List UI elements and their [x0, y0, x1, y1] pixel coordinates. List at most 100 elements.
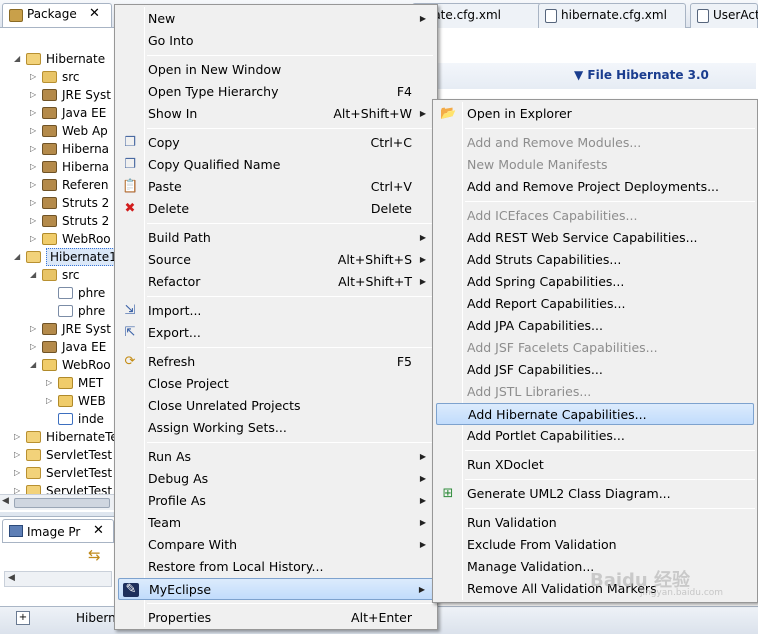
- menu-item-add-spring-capabilities[interactable]: Add Spring Capabilities...: [436, 271, 754, 293]
- expand-icon[interactable]: ▷: [30, 338, 40, 356]
- project-icon: [26, 449, 41, 461]
- menu-item-label: Run Validation: [467, 515, 557, 530]
- menu-item-add-jpa-capabilities[interactable]: Add JPA Capabilities...: [436, 315, 754, 337]
- expand-icon[interactable]: ▷: [30, 68, 40, 86]
- menu-item-exclude-from-validation[interactable]: Exclude From Validation: [436, 534, 754, 556]
- expand-icon[interactable]: ▷: [30, 320, 40, 338]
- menu-item-open-in-explorer[interactable]: 📂 Open in Explorer: [436, 103, 754, 125]
- expand-icon[interactable]: ▷: [30, 212, 40, 230]
- menu-item-build-path[interactable]: Build Path ▶: [118, 227, 434, 249]
- expand-icon[interactable]: ▷: [14, 446, 24, 464]
- scrollbar-thumb[interactable]: [14, 498, 110, 508]
- menu-item-export[interactable]: ⇱ Export...: [118, 322, 434, 344]
- menu-item-generate-uml2-class-diagram[interactable]: ⊞ Generate UML2 Class Diagram...: [436, 483, 754, 505]
- menu-item-new[interactable]: New ▶: [118, 8, 434, 30]
- menu-item-add-rest-web-service-capabilities[interactable]: Add REST Web Service Capabilities...: [436, 227, 754, 249]
- tree-item-label: ServletTest: [46, 484, 113, 494]
- menu-item-properties[interactable]: Properties Alt+Enter: [118, 607, 434, 629]
- collapse-icon[interactable]: ◢: [30, 356, 40, 374]
- expand-icon[interactable]: ▷: [46, 374, 56, 392]
- menu-item-add-portlet-capabilities[interactable]: Add Portlet Capabilities...: [436, 425, 754, 447]
- menu-item-add-struts-capabilities[interactable]: Add Struts Capabilities...: [436, 249, 754, 271]
- menu-item-run-validation[interactable]: Run Validation: [436, 512, 754, 534]
- scroll-left-icon[interactable]: ◀: [2, 496, 9, 506]
- image-preview-tab[interactable]: Image Pr ✕: [2, 519, 114, 543]
- close-icon[interactable]: ✕: [89, 6, 100, 21]
- menu-item-open-type-hierarchy[interactable]: Open Type Hierarchy F4: [118, 81, 434, 103]
- fast-view-icon[interactable]: +: [16, 611, 30, 625]
- menu-item-label: Copy Qualified Name: [148, 157, 281, 172]
- expand-icon[interactable]: ▷: [30, 122, 40, 140]
- expand-icon[interactable]: ▷: [30, 230, 40, 248]
- collapse-icon[interactable]: ◢: [14, 50, 24, 68]
- expand-icon[interactable]: ▷: [46, 392, 56, 410]
- menu-item-copy-qualified-name[interactable]: ❐ Copy Qualified Name: [118, 154, 434, 176]
- menu-item-run-xdoclet[interactable]: Run XDoclet: [436, 454, 754, 476]
- menu-item-profile-as[interactable]: Profile As ▶: [118, 490, 434, 512]
- menu-item-go-into[interactable]: Go Into: [118, 30, 434, 52]
- menu-item-shortcut: Alt+Shift+W: [333, 106, 412, 121]
- menu-item-delete[interactable]: ✖ Delete Delete: [118, 198, 434, 220]
- menu-item-team[interactable]: Team ▶: [118, 512, 434, 534]
- menu-item-label: Generate UML2 Class Diagram...: [467, 486, 671, 501]
- menu-item-label: Close Project: [148, 376, 229, 391]
- menu-item-copy[interactable]: ❐ Copy Ctrl+C: [118, 132, 434, 154]
- horizontal-scrollbar[interactable]: ◀: [0, 494, 116, 510]
- library-icon: [42, 107, 57, 119]
- submenu-arrow-icon: ▶: [419, 540, 426, 549]
- expand-icon[interactable]: ▷: [30, 86, 40, 104]
- expand-icon[interactable]: ▷: [30, 158, 40, 176]
- expand-icon[interactable]: ▷: [14, 464, 24, 482]
- collapse-icon[interactable]: ◢: [14, 248, 24, 266]
- menu-item-shortcut: Alt+Shift+S: [337, 252, 412, 267]
- sync-icon[interactable]: ⇆: [88, 547, 106, 563]
- menu-item-label: Add JSTL Libraries...: [467, 384, 592, 399]
- package-icon: [58, 287, 73, 299]
- menu-item-show-in[interactable]: Show In Alt+Shift+W ▶: [118, 103, 434, 125]
- menu-item-close-project[interactable]: Close Project: [118, 373, 434, 395]
- image-preview-view: Image Pr ✕ ⇆ ◀: [0, 516, 116, 606]
- project-icon: [26, 251, 41, 263]
- expand-icon[interactable]: ▷: [30, 140, 40, 158]
- myeclipse-icon: ✎: [123, 583, 139, 597]
- menu-item-add-jsf-capabilities[interactable]: Add JSF Capabilities...: [436, 359, 754, 381]
- menu-item-source[interactable]: Source Alt+Shift+S ▶: [118, 249, 434, 271]
- scroll-left-icon[interactable]: ◀: [8, 573, 15, 583]
- menu-item-myeclipse[interactable]: ✎ MyEclipse ▶: [118, 578, 434, 600]
- menu-item-assign-working-sets[interactable]: Assign Working Sets...: [118, 417, 434, 439]
- editor-tab-3[interactable]: UserAct: [690, 3, 758, 28]
- menu-item-import[interactable]: ⇲ Import...: [118, 300, 434, 322]
- menu-item-add-hibernate-capabilities[interactable]: Add Hibernate Capabilities...: [436, 403, 754, 425]
- collapse-icon[interactable]: ◢: [30, 266, 40, 284]
- status-text: Hibern: [76, 611, 116, 625]
- expand-icon[interactable]: ▷: [14, 428, 24, 446]
- expand-icon[interactable]: ▷: [30, 194, 40, 212]
- package-explorer-tab[interactable]: Package ✕: [2, 3, 112, 27]
- menu-item-close-unrelated-projects[interactable]: Close Unrelated Projects: [118, 395, 434, 417]
- library-icon: [42, 215, 57, 227]
- tree-item-label: HibernateTe: [46, 430, 116, 444]
- expand-icon[interactable]: ▷: [30, 104, 40, 122]
- section-title[interactable]: ▼ File Hibernate 3.0: [574, 68, 709, 82]
- horizontal-scrollbar[interactable]: ◀: [4, 571, 112, 587]
- menu-item-run-as[interactable]: Run As ▶: [118, 446, 434, 468]
- editor-tab-2[interactable]: hibernate.cfg.xml: [538, 3, 686, 28]
- menu-item-compare-with[interactable]: Compare With ▶: [118, 534, 434, 556]
- close-icon[interactable]: ✕: [93, 523, 104, 538]
- package-explorer-view: Package ✕ ◢ Hibernate ▷ src ▷ JRE Syst ▷ Java E…: [0, 0, 116, 512]
- menu-item-add-and-remove-project-deployments[interactable]: Add and Remove Project Deployments...: [436, 176, 754, 198]
- menu-item-open-in-new-window[interactable]: Open in New Window: [118, 59, 434, 81]
- menu-separator: [147, 296, 433, 297]
- menu-item-restore-from-local-history[interactable]: Restore from Local History...: [118, 556, 434, 578]
- expand-icon[interactable]: ▷: [30, 176, 40, 194]
- tree-item-label: Java EE: [62, 106, 107, 120]
- menu-item-refactor[interactable]: Refactor Alt+Shift+T ▶: [118, 271, 434, 293]
- menu-item-paste[interactable]: 📋 Paste Ctrl+V: [118, 176, 434, 198]
- menu-item-refresh[interactable]: ⟳ Refresh F5: [118, 351, 434, 373]
- expand-icon[interactable]: ▷: [14, 482, 24, 494]
- project-icon: [26, 53, 41, 65]
- submenu-arrow-icon: ▶: [419, 109, 426, 118]
- tree-item-label: Struts 2: [62, 214, 110, 228]
- menu-item-add-report-capabilities[interactable]: Add Report Capabilities...: [436, 293, 754, 315]
- menu-item-debug-as[interactable]: Debug As ▶: [118, 468, 434, 490]
